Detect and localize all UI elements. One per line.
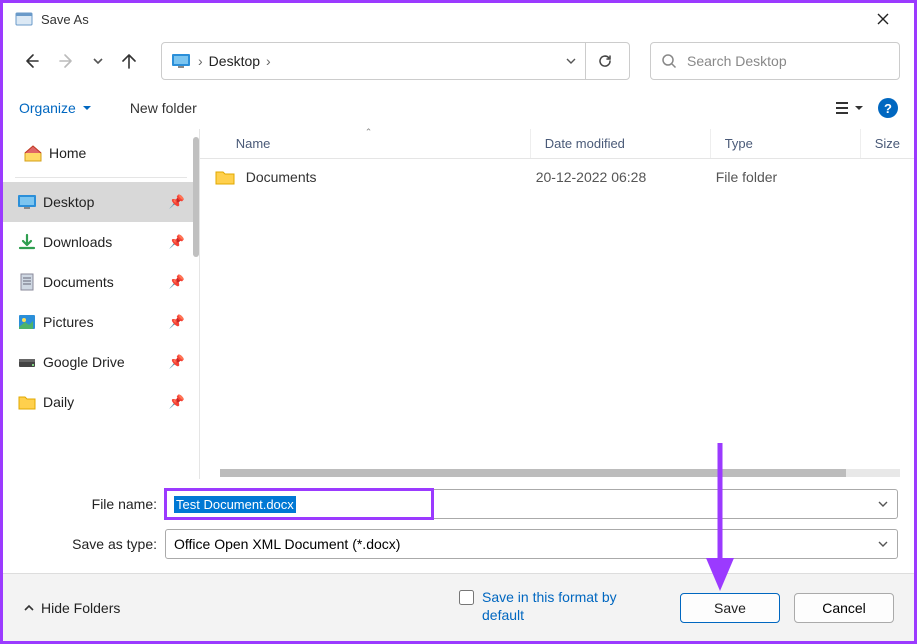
file-date: 20-12-2022 06:28 [536, 169, 716, 185]
sidebar-item-home[interactable]: Home [3, 133, 199, 173]
nav-row: › Desktop › [3, 35, 914, 87]
pin-icon: 📌 [169, 354, 185, 370]
chevron-right-icon: › [262, 53, 275, 69]
sidebar-item-label: Pictures [43, 314, 94, 330]
close-button[interactable] [860, 3, 906, 35]
format-checkbox-label: Save in this format by default [482, 588, 652, 624]
column-date[interactable]: Date modified [530, 129, 710, 158]
pin-icon: 📌 [169, 234, 185, 250]
cancel-button[interactable]: Cancel [794, 593, 894, 623]
chevron-down-icon[interactable] [877, 498, 889, 510]
save-button[interactable]: Save [680, 593, 780, 623]
download-icon [17, 233, 37, 251]
sidebar-item-daily[interactable]: Daily 📌 [3, 382, 199, 422]
sidebar-item-label: Google Drive [43, 354, 125, 370]
breadcrumb-dropdown[interactable] [557, 55, 585, 67]
filename-label: File name: [19, 496, 165, 512]
horizontal-scrollbar[interactable] [220, 469, 900, 477]
pictures-icon [17, 313, 37, 331]
sidebar-item-google-drive[interactable]: Google Drive 📌 [3, 342, 199, 382]
file-row[interactable]: Documents 20-12-2022 06:28 File folder [200, 159, 914, 195]
chevron-down-icon[interactable] [877, 538, 889, 550]
breadcrumb-location[interactable]: Desktop [207, 53, 262, 69]
column-name[interactable]: ⌃ Name [200, 129, 530, 158]
desktop-icon [17, 193, 37, 211]
filename-value[interactable]: Test Document.docx [174, 496, 296, 513]
document-icon [17, 273, 37, 291]
view-menu[interactable] [830, 97, 868, 119]
file-type: File folder [716, 169, 866, 185]
new-folder-button[interactable]: New folder [130, 100, 197, 116]
monitor-icon [170, 52, 192, 70]
chevron-up-icon [23, 602, 35, 614]
help-button[interactable]: ? [878, 98, 898, 118]
sidebar-item-label: Documents [43, 274, 114, 290]
sidebar-item-desktop[interactable]: Desktop 📌 [3, 182, 199, 222]
savetype-label: Save as type: [19, 536, 165, 552]
hide-folders-button[interactable]: Hide Folders [23, 600, 120, 616]
search-icon [661, 53, 677, 69]
drive-icon [17, 353, 37, 371]
breadcrumb[interactable]: › Desktop › [161, 42, 630, 80]
app-icon [15, 10, 33, 28]
hide-folders-label: Hide Folders [41, 600, 120, 616]
pin-icon: 📌 [169, 314, 185, 330]
savetype-field[interactable]: Office Open XML Document (*.docx) [165, 529, 898, 559]
column-type[interactable]: Type [710, 129, 860, 158]
pin-icon: 📌 [169, 274, 185, 290]
sidebar-item-label: Desktop [43, 194, 94, 210]
back-button[interactable] [17, 47, 45, 75]
file-name: Documents [246, 169, 536, 185]
sort-indicator-icon: ⌃ [365, 127, 373, 138]
column-headers: ⌃ Name Date modified Type Size [200, 129, 914, 159]
sidebar-item-label: Home [49, 145, 86, 161]
savetype-value: Office Open XML Document (*.docx) [174, 536, 400, 552]
organize-label: Organize [19, 100, 76, 116]
format-checkbox-group[interactable]: Save in this format by default [459, 588, 652, 624]
pin-icon: 📌 [169, 394, 185, 410]
toolbar: Organize New folder ? [3, 87, 914, 129]
divider [15, 177, 187, 178]
recent-dropdown[interactable] [89, 47, 107, 75]
list-icon [834, 101, 850, 115]
folder-icon [17, 393, 37, 411]
sidebar: Home Desktop 📌 Downloads 📌 Documents 📌 [3, 129, 199, 479]
format-checkbox[interactable] [459, 590, 474, 605]
organize-menu[interactable]: Organize [19, 100, 92, 116]
form-area: File name: Test Document.docx Save as ty… [3, 479, 914, 559]
footer: Hide Folders Save in this format by defa… [3, 573, 914, 641]
sidebar-item-pictures[interactable]: Pictures 📌 [3, 302, 199, 342]
sidebar-item-downloads[interactable]: Downloads 📌 [3, 222, 199, 262]
main-area: Home Desktop 📌 Downloads 📌 Documents 📌 [3, 129, 914, 479]
column-size[interactable]: Size [860, 129, 914, 158]
sidebar-item-label: Daily [43, 394, 74, 410]
refresh-button[interactable] [585, 42, 623, 80]
folder-icon [214, 168, 242, 186]
chevron-down-icon [82, 103, 92, 113]
home-icon [23, 144, 43, 162]
up-button[interactable] [115, 47, 143, 75]
forward-button[interactable] [53, 47, 81, 75]
search-box[interactable] [650, 42, 900, 80]
file-list: ⌃ Name Date modified Type Size Documents… [199, 129, 914, 479]
column-label: Name [236, 136, 271, 151]
pin-icon: 📌 [169, 194, 185, 210]
window-title: Save As [41, 12, 860, 27]
chevron-right-icon: › [194, 53, 207, 69]
search-input[interactable] [687, 53, 889, 69]
sidebar-item-label: Downloads [43, 234, 112, 250]
chevron-down-icon [854, 103, 864, 113]
filename-field[interactable]: Test Document.docx [165, 489, 898, 519]
sidebar-item-documents[interactable]: Documents 📌 [3, 262, 199, 302]
scrollbar-thumb[interactable] [220, 469, 846, 477]
titlebar: Save As [3, 3, 914, 35]
